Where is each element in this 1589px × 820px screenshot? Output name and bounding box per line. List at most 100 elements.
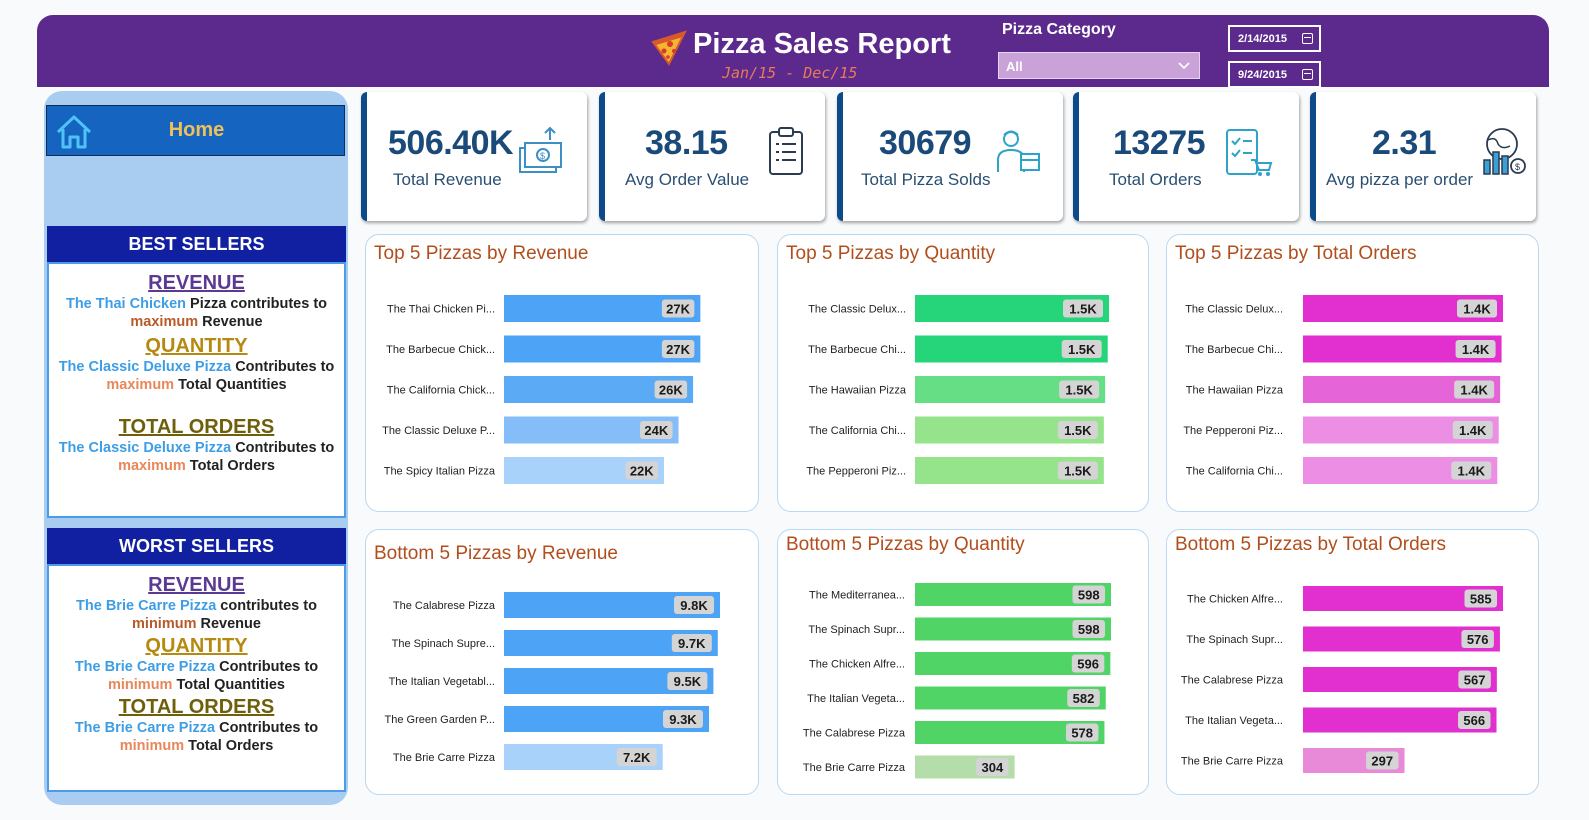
data-label: 566 <box>1463 713 1485 728</box>
bar-chart: The Classic Delux... 1.4K The Barbecue Chi… <box>1183 295 1503 484</box>
chart-top5-revenue: Top 5 Pizzas by Revenue The Thai Chicken… <box>365 234 759 512</box>
category-label: The California Chi... <box>809 425 906 437</box>
chart-top5-quantity: Top 5 Pizzas by Quantity The Classic Del… <box>777 234 1149 512</box>
bar-chart: The Calabrese Pizza 9.8K The Spinach Supre… <box>385 592 720 770</box>
category-label: The California Chick... <box>387 385 495 397</box>
chart-bottom5-revenue: Bottom 5 Pizzas by Revenue The Calabrese… <box>365 529 759 795</box>
data-label: 1.5K <box>1068 342 1096 357</box>
data-label: 1.5K <box>1069 302 1097 317</box>
data-label: 1.5K <box>1064 423 1092 438</box>
delivery-person-icon <box>997 130 1040 172</box>
data-label: 27K <box>666 302 690 317</box>
calendar-icon <box>1302 33 1313 44</box>
kpi-label: Avg Order Value <box>625 170 750 189</box>
category-label: The Spicy Italian Pizza <box>384 466 496 478</box>
category-label: The Chicken Alfre... <box>809 659 905 671</box>
category-label: The Barbecue Chi... <box>808 344 906 356</box>
data-label: 27K <box>666 342 690 357</box>
data-label: 598 <box>1078 588 1100 603</box>
data-label: 9.3K <box>669 712 697 727</box>
category-label: The Brie Carre Pizza <box>803 762 906 774</box>
data-label: 1.4K <box>1458 464 1486 479</box>
category-label: The Spinach Supr... <box>808 624 905 636</box>
data-label: 1.4K <box>1462 342 1490 357</box>
data-label: 1.4K <box>1463 302 1491 317</box>
category-label: The Barbecue Chi... <box>1185 344 1283 356</box>
best-orders-title: TOTAL ORDERS <box>118 416 275 438</box>
data-label: 585 <box>1470 592 1492 607</box>
bar-chart: The Mediterranea... 598 The Spinach Supr..… <box>803 583 1111 779</box>
money-icon: $ <box>519 126 562 173</box>
data-label: 304 <box>982 760 1004 775</box>
bar-chart: The Thai Chicken Pi... 27K The Barbecue Ch… <box>382 295 701 484</box>
worst-quantity-title: QUANTITY <box>145 635 248 657</box>
best-orders-text: The Classic Deluxe Pizza Contributes to … <box>58 440 335 474</box>
start-date-picker[interactable]: 2/14/2015 <box>1228 25 1321 52</box>
global-chart-icon: $ <box>1483 128 1526 175</box>
kpi-label: Total Orders <box>1109 170 1202 189</box>
header-bar: Pizza Sales Report Jan/15 - Dec/15 Pizza… <box>37 15 1549 88</box>
report-title: Pizza Sales Report <box>693 28 951 60</box>
best-quantity-text: The Classic Deluxe Pizza Contributes to … <box>58 359 335 393</box>
data-label: 1.4K <box>1459 423 1487 438</box>
category-label: The Italian Vegeta... <box>807 693 905 705</box>
category-label: The Green Garden P... <box>385 714 495 726</box>
data-label: 26K <box>659 383 683 398</box>
worst-revenue-title: REVENUE <box>148 574 245 596</box>
category-label: The Pepperoni Piz... <box>806 466 906 478</box>
worst-sellers-heading: WORST SELLERS <box>47 528 346 564</box>
category-label: The California Chi... <box>1186 466 1283 478</box>
category-label: The Italian Vegetabl... <box>389 676 495 688</box>
kpi-avg-order-value: 38.15 Avg Order Value <box>599 92 825 221</box>
home-button[interactable]: Home <box>46 105 345 156</box>
start-date-value: 2/14/2015 <box>1238 33 1287 45</box>
best-revenue-text: The Thai Chicken Pizza contributes to max… <box>65 296 328 330</box>
best-revenue-title: REVENUE <box>148 272 245 294</box>
data-label: 297 <box>1371 754 1393 769</box>
category-label: The Calabrese Pizza <box>803 728 906 740</box>
data-label: 582 <box>1073 691 1095 706</box>
data-label: 567 <box>1464 673 1486 688</box>
kpi-value: 30679 <box>879 124 972 162</box>
category-label: The Brie Carre Pizza <box>393 752 496 764</box>
kpi-value: 506.40K <box>388 124 514 162</box>
end-date-picker[interactable]: 9/24/2015 <box>1228 61 1321 88</box>
data-label: 1.5K <box>1065 383 1093 398</box>
kpi-avg-pizza-per-order: 2.31 Avg pizza per order $ <box>1310 92 1536 221</box>
svg-text:$: $ <box>540 151 545 161</box>
category-label: The Pepperoni Piz... <box>1183 425 1283 437</box>
category-label: The Mediterranea... <box>809 590 905 602</box>
category-label: The Spinach Supre... <box>392 638 495 650</box>
data-label: 576 <box>1467 632 1489 647</box>
data-label: 1.4K <box>1460 383 1488 398</box>
bar-chart: The Chicken Alfre... 585 The Spinach Supr.… <box>1181 586 1503 773</box>
category-label: The Italian Vegeta... <box>1185 715 1283 727</box>
category-label: The Barbecue Chick... <box>386 344 495 356</box>
worst-quantity-text: The Brie Carre Pizza Contributes to mini… <box>74 659 319 693</box>
worst-revenue-text: The Brie Carre Pizza contributes to minim… <box>76 598 317 632</box>
data-label: 596 <box>1077 657 1099 672</box>
pizza-icon <box>651 30 687 66</box>
worst-sellers-panel: REVENUE The Brie Carre Pizza contributes… <box>47 564 346 792</box>
category-label: The Calabrese Pizza <box>1181 675 1284 687</box>
calendar-icon <box>1302 69 1313 80</box>
kpi-label: Total Revenue <box>393 170 502 189</box>
category-filter-label: Pizza Category <box>1002 21 1116 38</box>
data-label: 578 <box>1071 726 1093 741</box>
order-checklist-icon <box>1226 129 1273 176</box>
end-date-value: 9/24/2015 <box>1238 69 1287 81</box>
category-dropdown[interactable]: All <box>998 52 1200 79</box>
kpi-total-orders: 13275 Total Orders <box>1073 92 1299 221</box>
data-label: 7.2K <box>623 750 651 765</box>
category-label: The Classic Delux... <box>1185 304 1283 316</box>
chevron-down-icon <box>1178 62 1190 70</box>
home-label: Home <box>168 119 225 141</box>
kpi-value: 13275 <box>1113 124 1206 162</box>
data-label: 9.8K <box>680 598 708 613</box>
sidebar: Home BEST SELLERS REVENUE The Thai Chick… <box>44 91 348 805</box>
category-label: The Thai Chicken Pi... <box>387 304 495 316</box>
kpi-label: Total Pizza Solds <box>861 170 991 189</box>
category-label: The Hawaiian Pizza <box>1186 385 1284 397</box>
kpi-value: 38.15 <box>645 124 728 162</box>
chart-bottom5-quantity: Bottom 5 Pizzas by Quantity The Mediterr… <box>777 529 1149 795</box>
